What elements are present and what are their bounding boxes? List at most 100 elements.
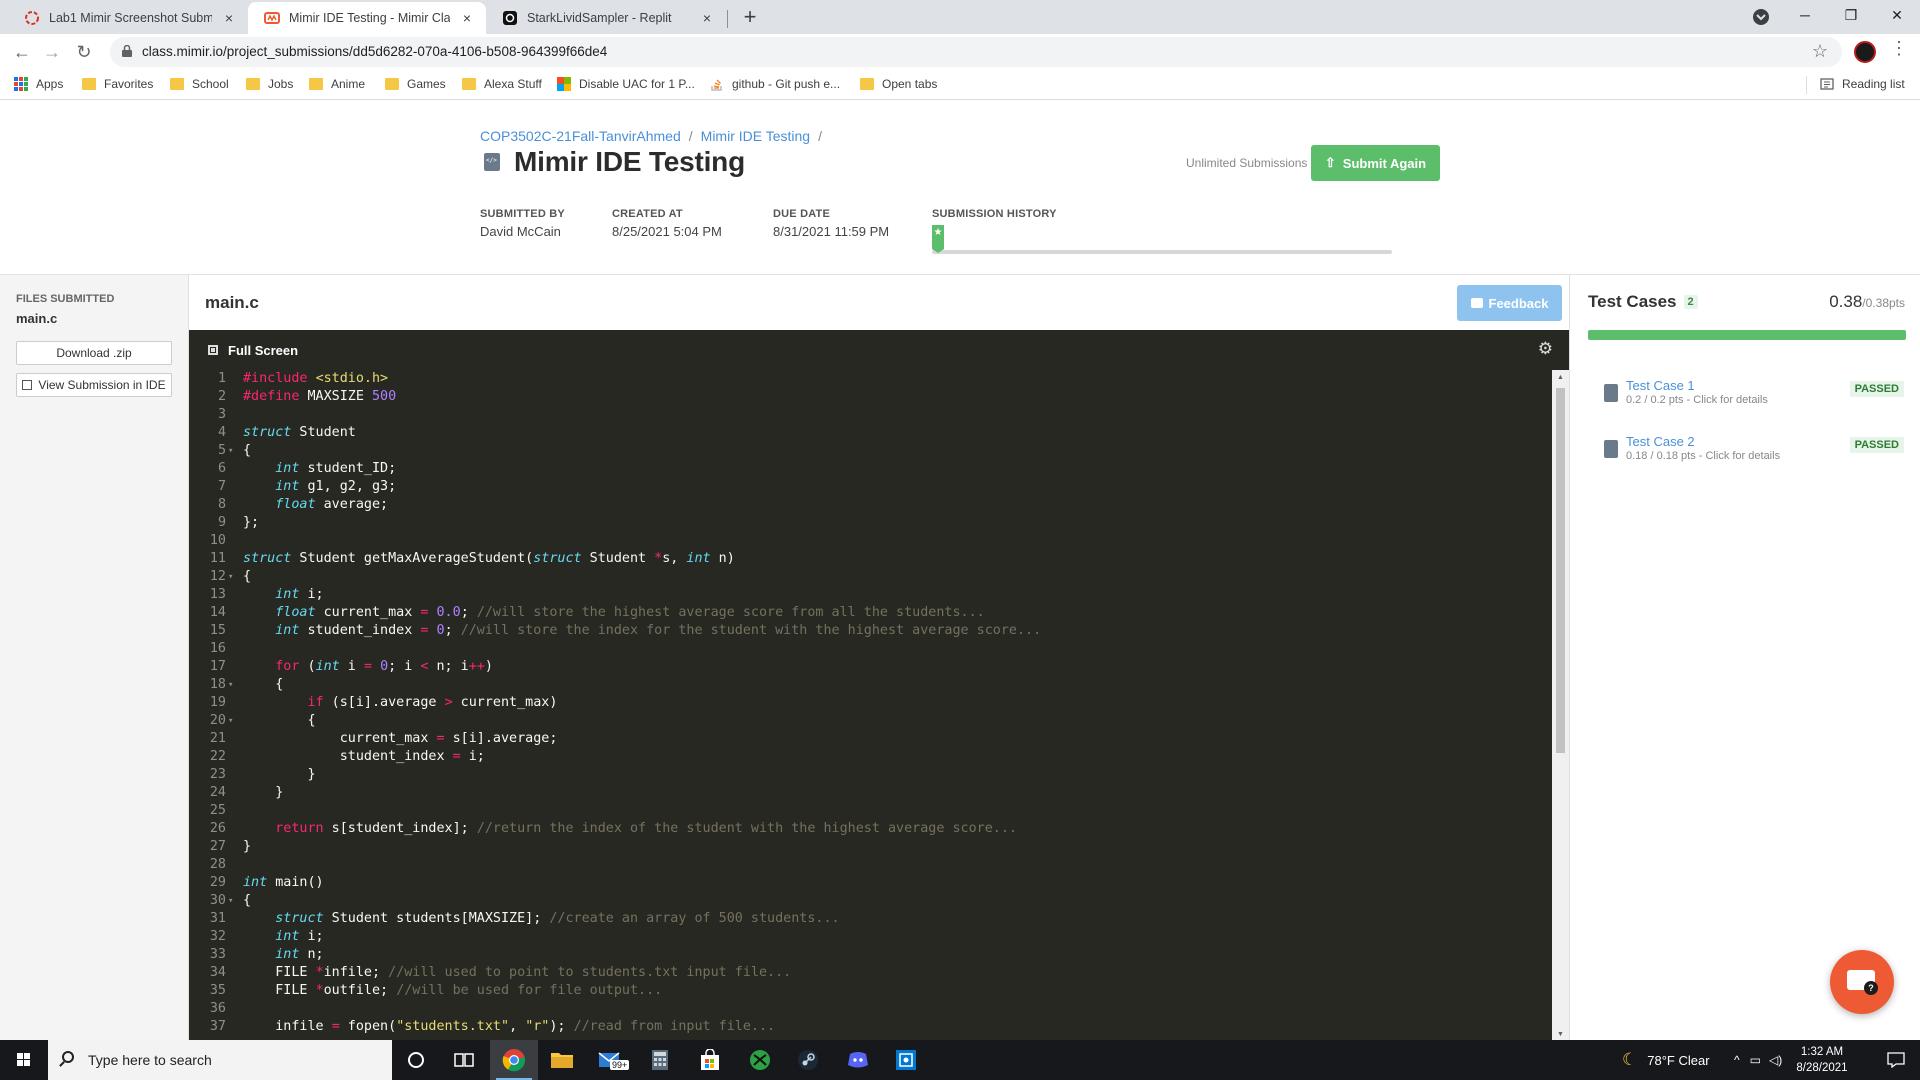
code-line[interactable]: 3 <box>189 406 1552 424</box>
code-text[interactable]: struct Student getMaxAverageStudent(stru… <box>243 550 735 568</box>
code-text[interactable]: int main() <box>243 874 324 892</box>
taskbar-discord[interactable] <box>834 1040 882 1080</box>
bookmark-favorites[interactable]: Favorites <box>82 77 153 91</box>
code-line[interactable]: 4 struct Student <box>189 424 1552 442</box>
breadcrumb-project-link[interactable]: Mimir IDE Testing <box>701 128 810 144</box>
code-line[interactable]: 2 #define MAXSIZE 500 <box>189 388 1552 406</box>
breadcrumb-course-link[interactable]: COP3502C-21Fall-TanvirAhmed <box>480 128 681 144</box>
code-text[interactable]: current_max = s[i].average; <box>243 730 558 748</box>
code-line[interactable]: 1 #include <stdio.h> <box>189 370 1552 388</box>
weather-widget[interactable]: ☾ 78°F Clear <box>1622 1040 1710 1080</box>
code-text[interactable]: { <box>243 442 251 460</box>
code-line[interactable]: 27} <box>189 838 1552 856</box>
code-line[interactable]: 32 int i; <box>189 928 1552 946</box>
code-line[interactable]: 31 struct Student students[MAXSIZE]; //c… <box>189 910 1552 928</box>
new-tab-button[interactable]: + <box>738 6 762 30</box>
bookmark-disable-uac[interactable]: Disable UAC for 1 P... <box>557 77 695 91</box>
code-text[interactable]: int n; <box>243 946 323 964</box>
tab-search-icon[interactable] <box>1752 8 1770 26</box>
code-text[interactable]: #include <stdio.h> <box>243 370 388 388</box>
code-text[interactable]: int student_index = 0; //will store the … <box>243 622 1041 640</box>
code-text[interactable]: }; <box>243 514 259 532</box>
code-text[interactable]: } <box>243 784 283 802</box>
notifications-button[interactable] <box>1872 1040 1920 1080</box>
code-line[interactable]: 23 } <box>189 766 1552 784</box>
code-line[interactable]: 35 FILE *outfile; //will be used for fil… <box>189 982 1552 1000</box>
test-case-name[interactable]: Test Case 2 <box>1626 434 1695 449</box>
code-line[interactable]: 15 int student_index = 0; //will store t… <box>189 622 1552 640</box>
code-text[interactable]: int student_ID; <box>243 460 396 478</box>
code-line[interactable]: 26 return s[student_index]; //return the… <box>189 820 1552 838</box>
code-text[interactable]: #define MAXSIZE 500 <box>243 388 396 406</box>
bookmark-apps[interactable]: Apps <box>14 77 63 91</box>
taskbar-xbox[interactable] <box>736 1040 784 1080</box>
code-line[interactable]: 29 int main() <box>189 874 1552 892</box>
feedback-button[interactable]: Feedback <box>1457 285 1562 321</box>
tab-close-icon[interactable]: × <box>458 9 476 27</box>
submission-star-marker-icon[interactable]: ★ <box>932 225 944 253</box>
reload-icon[interactable]: ↻ <box>70 38 98 66</box>
code-lines[interactable]: 1 #include <stdio.h> 2 #define MAXSIZE 500 3… <box>189 370 1552 1040</box>
bookmark-open-tabs[interactable]: Open tabs <box>860 77 937 91</box>
code-line[interactable]: 7 int g1, g2, g3; <box>189 478 1552 496</box>
submit-again-button[interactable]: ⇧ Submit Again <box>1311 145 1440 181</box>
code-text[interactable]: if (s[i].average > current_max) <box>243 694 558 712</box>
chat-support-button[interactable]: ? <box>1830 950 1894 1014</box>
start-button[interactable] <box>0 1040 48 1080</box>
volume-icon[interactable]: ◁) <box>1769 1053 1782 1067</box>
address-bar[interactable]: class.mimir.io/project_submissions/dd5d6… <box>110 37 1842 67</box>
code-text[interactable]: return s[student_index]; //return the in… <box>243 820 1017 838</box>
taskbar-remote-app[interactable] <box>882 1040 930 1080</box>
tab-replit[interactable]: StarkLividSampler - Replit × <box>486 2 726 34</box>
code-text[interactable]: infile = fopen("students.txt", "r"); //r… <box>243 1018 775 1036</box>
fold-toggle-icon[interactable]: ▾ <box>228 712 233 730</box>
code-text[interactable]: { <box>243 892 251 910</box>
tab-close-icon[interactable]: × <box>698 9 716 27</box>
code-text[interactable]: float average; <box>243 496 388 514</box>
scroll-down-arrow-icon[interactable]: ▼ <box>1552 1031 1569 1038</box>
fold-toggle-icon[interactable]: ▾ <box>228 676 233 694</box>
code-text[interactable]: float current_max = 0.0; //will store th… <box>243 604 984 622</box>
code-line[interactable]: 34 FILE *infile; //will used to point to… <box>189 964 1552 982</box>
code-line[interactable]: 13 int i; <box>189 586 1552 604</box>
code-line[interactable]: 6 int student_ID; <box>189 460 1552 478</box>
profile-avatar[interactable] <box>1854 41 1876 63</box>
bookmark-anime[interactable]: Anime <box>309 77 365 91</box>
taskbar-steam[interactable] <box>784 1040 832 1080</box>
taskbar-mail[interactable]: 99+ <box>586 1040 634 1080</box>
code-line[interactable]: 25 <box>189 802 1552 820</box>
code-text[interactable]: FILE *outfile; //will be used for file o… <box>243 982 662 1000</box>
submitted-file-name[interactable]: main.c <box>16 311 57 326</box>
system-clock[interactable]: 1:32 AM 8/28/2021 <box>1790 1044 1854 1076</box>
code-text[interactable]: FILE *infile; //will used to point to st… <box>243 964 791 982</box>
code-line[interactable]: 21 current_max = s[i].average; <box>189 730 1552 748</box>
bookmark-github-git-push[interactable]: github - Git push e... <box>710 77 840 91</box>
tab-mimir-ide[interactable]: Mimir IDE Testing - Mimir Classro × <box>248 2 486 34</box>
bookmark-school[interactable]: School <box>170 77 229 91</box>
code-text[interactable]: struct Student <box>243 424 356 442</box>
fold-toggle-icon[interactable]: ▾ <box>228 442 233 460</box>
test-case-detail[interactable]: 0.2 / 0.2 pts - Click for details <box>1626 394 1768 406</box>
code-text[interactable]: { <box>243 712 315 730</box>
reading-list-button[interactable]: Reading list <box>1820 77 1905 91</box>
code-text[interactable]: } <box>243 838 251 856</box>
bookmark-alexa-stuff[interactable]: Alexa Stuff <box>462 77 542 91</box>
minimize-button[interactable]: ─ <box>1782 0 1828 30</box>
code-line[interactable]: 11 struct Student getMaxAverageStudent(st… <box>189 550 1552 568</box>
code-line[interactable]: 22 student_index = i; <box>189 748 1552 766</box>
code-text[interactable]: int i; <box>243 586 323 604</box>
code-line[interactable]: 5 ▾ { <box>189 442 1552 460</box>
code-line[interactable]: 17 for (int i = 0; i < n; i++) <box>189 658 1552 676</box>
show-hidden-icons-chevron-icon[interactable]: ^ <box>1734 1053 1740 1067</box>
code-text[interactable]: student_index = i; <box>243 748 485 766</box>
browser-menu-icon[interactable]: ⋮ <box>1890 38 1908 59</box>
code-line[interactable]: 19 if (s[i].average > current_max) <box>189 694 1552 712</box>
task-view-button[interactable] <box>440 1040 488 1080</box>
code-text[interactable]: int g1, g2, g3; <box>243 478 396 496</box>
code-line[interactable]: 20 ▾ { <box>189 712 1552 730</box>
full-screen-toggle[interactable]: Full Screen <box>228 343 298 358</box>
network-icon[interactable]: ▭ <box>1750 1053 1761 1067</box>
tab-close-icon[interactable]: × <box>220 9 238 27</box>
taskbar-chrome[interactable] <box>490 1040 538 1080</box>
code-text[interactable]: { <box>243 568 251 586</box>
